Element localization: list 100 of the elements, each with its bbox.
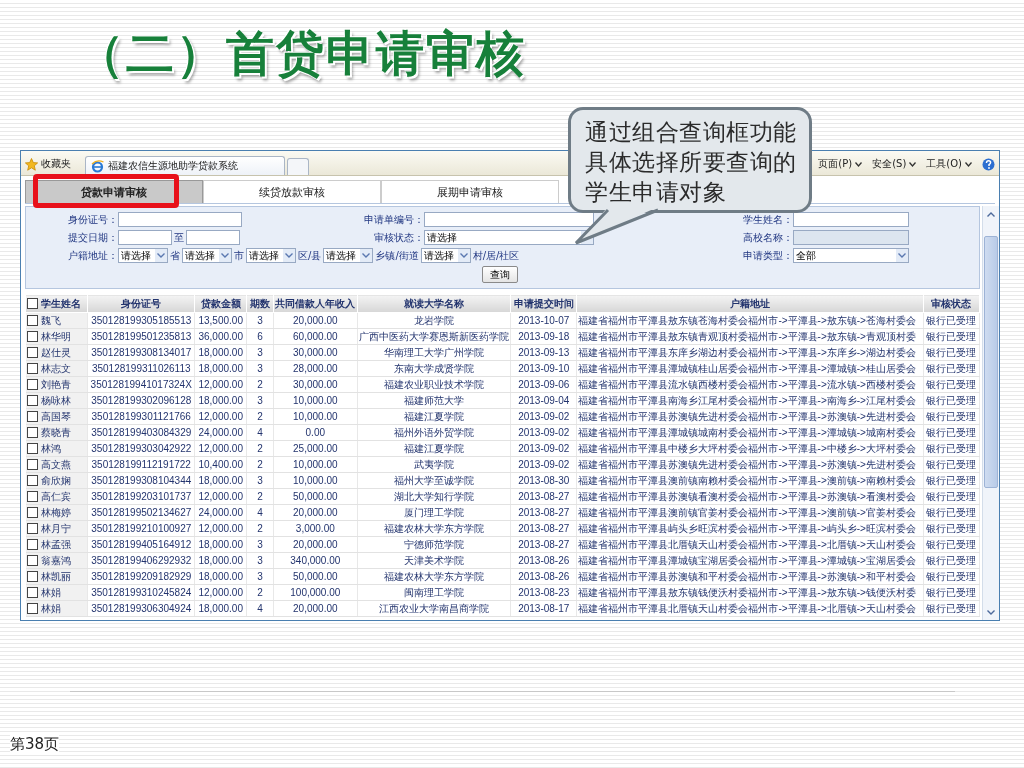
table-cell: 银行已受理: [926, 603, 977, 614]
column-header: 共同借款人年收入: [275, 297, 356, 309]
table-cell: 12,000.00: [198, 379, 243, 390]
table-cell: 福建江夏学院: [404, 411, 465, 422]
table-cell: 10,000.00: [293, 395, 338, 406]
table-cell: 福建省福州市平潭县苏澳镇先进村委会福州市->平潭县->苏澳镇->先进村委会: [578, 411, 916, 422]
checkbox[interactable]: [26, 443, 38, 454]
table-cell: 350128199501235813: [91, 331, 192, 342]
checkbox[interactable]: [26, 539, 38, 550]
table-cell: 银行已受理: [926, 427, 977, 438]
table-cell: 2: [257, 411, 263, 422]
tab[interactable]: 展期申请审核: [381, 180, 559, 203]
checkbox[interactable]: [26, 603, 38, 614]
table-cell: 350128199311026113: [91, 363, 191, 374]
table-cell: 18,000.00: [198, 363, 243, 374]
menu-button[interactable]: 安全(S): [872, 157, 917, 171]
table-cell: 3: [257, 475, 263, 486]
table-cell: 350128199302096128: [91, 395, 192, 406]
table-cell: 2013-09-10: [518, 363, 570, 374]
favorites-button[interactable]: 收藏夹: [25, 153, 71, 175]
checkbox[interactable]: [26, 459, 38, 470]
dropdown[interactable]: 请选择: [424, 230, 594, 245]
table-cell: 福州大学至诚学院: [394, 475, 475, 486]
dropdown[interactable]: 请选择: [323, 248, 374, 263]
checkbox[interactable]: [26, 427, 38, 438]
checkbox[interactable]: [26, 315, 38, 326]
table-cell: 福建省福州市平潭县潭城镇宝湖居委会福州市->平潭县->潭城镇->宝湖居委会: [578, 555, 916, 566]
table-cell: 350128199502134627: [91, 507, 192, 518]
help-icon[interactable]: [982, 157, 995, 171]
table-cell: 0.00: [305, 427, 326, 438]
table-cell: 20,000.00: [293, 603, 338, 614]
table-cell: 福建省福州市平潭县苏澳镇和平村委会福州市->平潭县->苏澳镇->和平村委会: [578, 571, 916, 582]
column-header: 贷款金额: [200, 297, 241, 309]
menu-button[interactable]: 工具(O): [926, 157, 972, 171]
tab[interactable]: 续贷放款审核: [203, 180, 381, 203]
table-cell: 3: [257, 395, 263, 406]
table-cell: 福建省福州市平潭县潭城镇桂山居委会福州市->平潭县->潭城镇->桂山居委会: [578, 363, 916, 374]
browser-tab[interactable]: 福建农信生源地助学贷款系统: [85, 156, 285, 175]
table-cell: 350128199112191722: [91, 459, 191, 470]
checkbox[interactable]: [26, 491, 38, 502]
table-cell: 25,000.00: [293, 443, 338, 454]
checkbox[interactable]: [26, 587, 38, 598]
checkbox[interactable]: [26, 347, 38, 358]
table-cell: 2: [257, 379, 263, 390]
dropdown[interactable]: 请选择: [118, 248, 168, 263]
dropdown[interactable]: 请选择: [182, 248, 232, 263]
table-cell: 10,000.00: [293, 475, 338, 486]
dropdown[interactable]: 全部: [793, 248, 909, 263]
checkbox[interactable]: [26, 395, 38, 406]
table-cell: 银行已受理: [926, 523, 977, 534]
date-field[interactable]: [118, 230, 172, 245]
table-cell: 4: [257, 427, 263, 438]
tab[interactable]: 贷款申请审核: [25, 180, 203, 203]
table-cell: 4: [257, 507, 263, 518]
table-cell: 2: [257, 587, 263, 598]
scrollbar[interactable]: [982, 206, 999, 620]
table-cell: 银行已受理: [926, 411, 977, 422]
date-field[interactable]: [186, 230, 240, 245]
table-cell: 50,000.00: [293, 491, 338, 502]
callout-text: 通过组合查询框功能具体选择所要查询的学生申请对象: [585, 118, 798, 207]
table-cell: 福建省福州市平潭县敖东镇青观顶村委福州市->平潭县->敖东镇->青观顶村委: [578, 331, 916, 342]
menu-button[interactable]: 页面(P): [818, 157, 863, 171]
field-label: 户籍地址：: [67, 248, 118, 263]
checkbox[interactable]: [26, 507, 38, 518]
table-cell: 福建农林大学东方学院: [384, 571, 485, 582]
field-label: 学生姓名：: [742, 212, 793, 227]
table-cell: 18,000.00: [198, 475, 243, 486]
input-field[interactable]: [118, 212, 242, 227]
table-cell: 350128199310245824: [91, 587, 192, 598]
table-cell: 18,000.00: [198, 555, 243, 566]
table-cell: 3: [257, 315, 263, 326]
search-button[interactable]: 查询: [482, 266, 518, 283]
table-cell: 24,000.00: [198, 507, 243, 518]
checkbox[interactable]: [26, 411, 38, 422]
table-cell: 福建省福州市平潭县敖东镇钱便沃村委福州市->平潭县->敖东镇->钱便沃村委: [578, 587, 916, 598]
checkbox[interactable]: [26, 555, 38, 566]
table-cell: 350128199406292932: [91, 555, 192, 566]
dropdown[interactable]: 请选择: [246, 248, 296, 263]
scrollbar-thumb[interactable]: [984, 236, 998, 488]
table-cell: 福建省福州市平潭县流水镇西楼村委会福州市->平潭县->流水镇->西楼村委会: [578, 379, 916, 390]
checkbox[interactable]: [26, 475, 38, 486]
checkbox[interactable]: [26, 331, 38, 342]
table-cell: 厦门理工学院: [404, 507, 465, 518]
input-field[interactable]: [793, 212, 909, 227]
table-cell: 福建省福州市平潭县苏澳镇先进村委会福州市->平潭县->苏澳镇->先进村委会: [578, 459, 916, 470]
table-cell: 武夷学院: [414, 459, 455, 470]
checkbox[interactable]: [26, 571, 38, 582]
input-field[interactable]: [424, 212, 594, 227]
column-header: 申请提交时间: [513, 297, 574, 309]
dropdown[interactable]: 请选择: [420, 248, 471, 263]
checkbox[interactable]: [27, 298, 38, 309]
slide-title: （二）首贷申请审核: [76, 25, 526, 81]
table-cell: 28,000.00: [293, 363, 338, 374]
field-label: 村/居/社区: [472, 248, 520, 263]
checkbox[interactable]: [26, 363, 38, 374]
table-cell: 2013-09-04: [518, 395, 570, 406]
checkbox[interactable]: [26, 523, 38, 534]
checkbox[interactable]: [26, 379, 38, 390]
table-cell: 350128199301121766: [91, 411, 191, 422]
table-cell: 50,000.00: [293, 571, 338, 582]
